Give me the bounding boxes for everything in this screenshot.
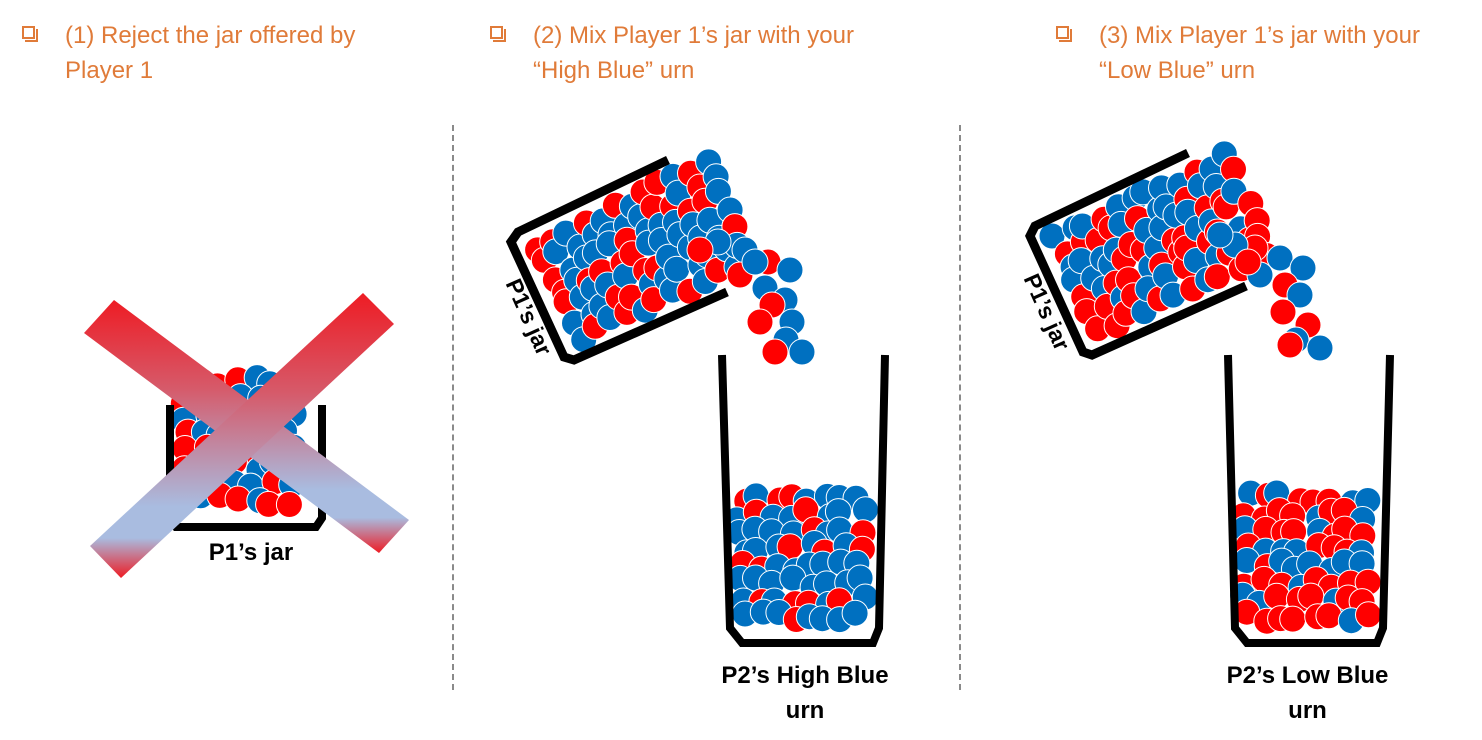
blue-ball xyxy=(741,248,769,276)
blue-ball xyxy=(841,599,869,627)
red-ball xyxy=(1203,263,1231,291)
red-ball xyxy=(1234,248,1262,276)
blue-ball xyxy=(788,338,816,366)
p2-high-blue-urn xyxy=(718,354,889,647)
scene-illustration xyxy=(84,140,1394,647)
red-ball xyxy=(1263,582,1291,610)
blue-ball xyxy=(1206,221,1234,249)
red-ball xyxy=(746,308,774,336)
blue-ball xyxy=(776,256,804,284)
jar-balls xyxy=(524,148,765,354)
red-ball xyxy=(761,338,789,366)
red-ball xyxy=(275,491,303,518)
blue-ball xyxy=(663,255,691,283)
red-ball xyxy=(1276,331,1304,359)
red-ball xyxy=(1279,605,1307,633)
blue-ball xyxy=(852,496,879,524)
urn-balls xyxy=(723,482,879,634)
red-ball xyxy=(686,236,714,264)
p2-low-blue-urn xyxy=(1224,354,1394,647)
blue-ball xyxy=(1306,334,1334,362)
red-ball xyxy=(1315,602,1343,630)
red-ball xyxy=(1269,298,1297,326)
red-ball xyxy=(1355,601,1382,629)
p1-jar-label: P1’s jar xyxy=(208,539,294,566)
urn-balls xyxy=(1229,479,1382,635)
p2-high-blue-urn-label: P2’s High Blue urn xyxy=(721,662,889,724)
p2-low-blue-urn-label: P2’s Low Blue urn xyxy=(1226,662,1389,724)
